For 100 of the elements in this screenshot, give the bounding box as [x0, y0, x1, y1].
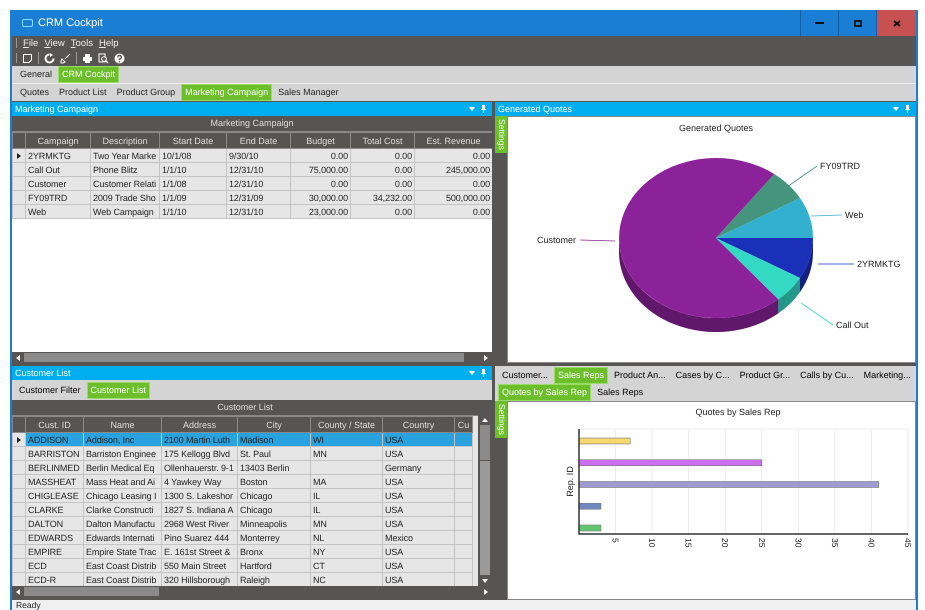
column-header[interactable]: Start Date	[160, 132, 226, 148]
column-header[interactable]: Campaign	[26, 132, 90, 148]
column-header[interactable]: Budget	[290, 132, 350, 148]
right-arrow-icon[interactable]	[484, 354, 488, 360]
scroll-thumb[interactable]	[24, 587, 159, 596]
tab[interactable]: Quotes	[16, 84, 54, 101]
table-cell: 1827 S. Indiana A	[162, 502, 238, 516]
grid-title: Customer List	[12, 400, 478, 416]
dropdown-icon[interactable]	[893, 107, 899, 111]
maximize-icon	[854, 20, 862, 26]
pin-icon[interactable]	[481, 105, 486, 113]
close-button[interactable]	[876, 10, 916, 36]
tab[interactable]: Calls by Cu...	[796, 367, 858, 384]
table-cell: Chicago	[238, 488, 310, 502]
table-cell: USA	[382, 572, 454, 586]
left-arrow-icon[interactable]	[16, 588, 20, 594]
column-header[interactable]: Total Cost	[350, 132, 414, 148]
table-cell: DALTON	[26, 516, 84, 530]
dropdown-icon[interactable]	[469, 371, 475, 375]
left-arrow-icon[interactable]	[16, 354, 20, 360]
table-cell: Ollenhauerstr. 9-1	[162, 460, 238, 474]
slice-label: Customer	[536, 235, 576, 245]
column-header[interactable]: End Date	[226, 132, 290, 148]
horizontal-scrollbar[interactable]	[12, 586, 492, 597]
menu-item[interactable]: Tools	[68, 38, 96, 48]
right-arrow-icon[interactable]	[484, 588, 488, 594]
bar	[578, 438, 630, 444]
tab[interactable]: Product An...	[610, 367, 670, 384]
column-header[interactable]: Description	[90, 132, 160, 148]
table-cell: 2100 Martin Luth	[162, 432, 238, 446]
table-cell: 320 Hillsborough	[162, 572, 238, 586]
tab[interactable]: Customer...	[498, 367, 552, 384]
column-header[interactable]: Cu	[454, 416, 472, 432]
table-cell: USA	[382, 502, 454, 516]
table-cell: CT	[310, 558, 382, 572]
pin-icon[interactable]	[481, 369, 486, 377]
column-header[interactable]: City	[238, 416, 310, 432]
table-cell: Germany	[382, 460, 454, 474]
table-cell: 0.00	[350, 204, 414, 218]
leader-line	[786, 166, 818, 188]
menu-item[interactable]: View	[41, 38, 68, 48]
axis-tick-label: 5	[610, 538, 621, 543]
table-cell: 0.00	[414, 148, 492, 162]
table-cell: Madison	[238, 432, 310, 446]
column-header[interactable]: Est. Revenue	[414, 132, 492, 148]
tab[interactable]: Product Gr...	[736, 367, 794, 384]
tab[interactable]: Sales Reps	[593, 384, 648, 401]
up-arrow-icon[interactable]	[482, 418, 488, 422]
help-icon[interactable]	[114, 52, 125, 64]
column-header[interactable]: County / State	[310, 416, 382, 432]
table-cell: East Coast Distrib	[84, 558, 162, 572]
menu-item[interactable]: Help	[96, 38, 122, 48]
table-cell: East Coast Distrib	[84, 572, 162, 586]
column-header[interactable]: Cust. ID	[26, 416, 84, 432]
table-cell: Dalton Manufactu	[84, 516, 162, 530]
table-cell: MASSHEAT	[26, 474, 84, 488]
table-cell: Customer	[26, 176, 90, 190]
table-cell: USA	[382, 488, 454, 502]
brush-icon[interactable]	[60, 52, 71, 64]
table-cell: WI	[310, 432, 382, 446]
vertical-scrollbar[interactable]	[478, 400, 492, 586]
tab[interactable]: General	[16, 66, 56, 83]
menu-item[interactable]: File	[20, 38, 42, 48]
tab[interactable]: Cases by C...	[672, 367, 734, 384]
pin-icon[interactable]	[905, 105, 910, 113]
table-cell: NL	[310, 530, 382, 544]
axis-tick-label: 25	[756, 538, 767, 548]
leader-line	[580, 240, 616, 242]
scroll-thumb[interactable]	[480, 425, 490, 460]
column-header[interactable]: Name	[84, 416, 162, 432]
column-header[interactable]: Address	[162, 416, 238, 432]
scroll-thumb[interactable]	[24, 353, 464, 362]
row-marker-icon	[17, 436, 21, 442]
printer-icon[interactable]	[82, 52, 93, 64]
magnifier-icon[interactable]	[98, 52, 109, 64]
horizontal-scrollbar[interactable]	[12, 352, 492, 363]
tab[interactable]: Customer Filter	[15, 382, 85, 399]
table-cell: 2YRMKTG	[26, 148, 90, 162]
window-title: CRM Cockpit	[38, 17, 103, 29]
table-cell: 500,000.00	[414, 190, 492, 204]
tab[interactable]: Product List	[55, 84, 111, 101]
table-cell: ECD	[26, 558, 84, 572]
tab[interactable]: Marketing...	[860, 367, 915, 384]
dropdown-icon[interactable]	[469, 107, 475, 111]
table-cell: 1/1/08	[160, 176, 226, 190]
axis-tick-label: 30	[793, 538, 804, 548]
chart-title: Quotes by Sales Rep	[695, 407, 781, 417]
document-icon[interactable]	[22, 52, 33, 64]
bar	[578, 502, 602, 510]
down-arrow-icon[interactable]	[482, 579, 488, 583]
tab[interactable]: Sales Manager	[274, 84, 343, 101]
refresh-icon[interactable]	[44, 52, 55, 64]
table-cell: Two Year Marke	[90, 148, 160, 162]
table-cell: USA	[382, 558, 454, 572]
table-cell: 13403 Berlin	[238, 460, 310, 474]
leader-line	[800, 302, 834, 326]
table-cell: 0.00	[290, 176, 350, 190]
tab[interactable]: Product Group	[112, 84, 180, 101]
table-cell: MN	[310, 446, 382, 460]
column-header[interactable]: Country	[382, 416, 454, 432]
